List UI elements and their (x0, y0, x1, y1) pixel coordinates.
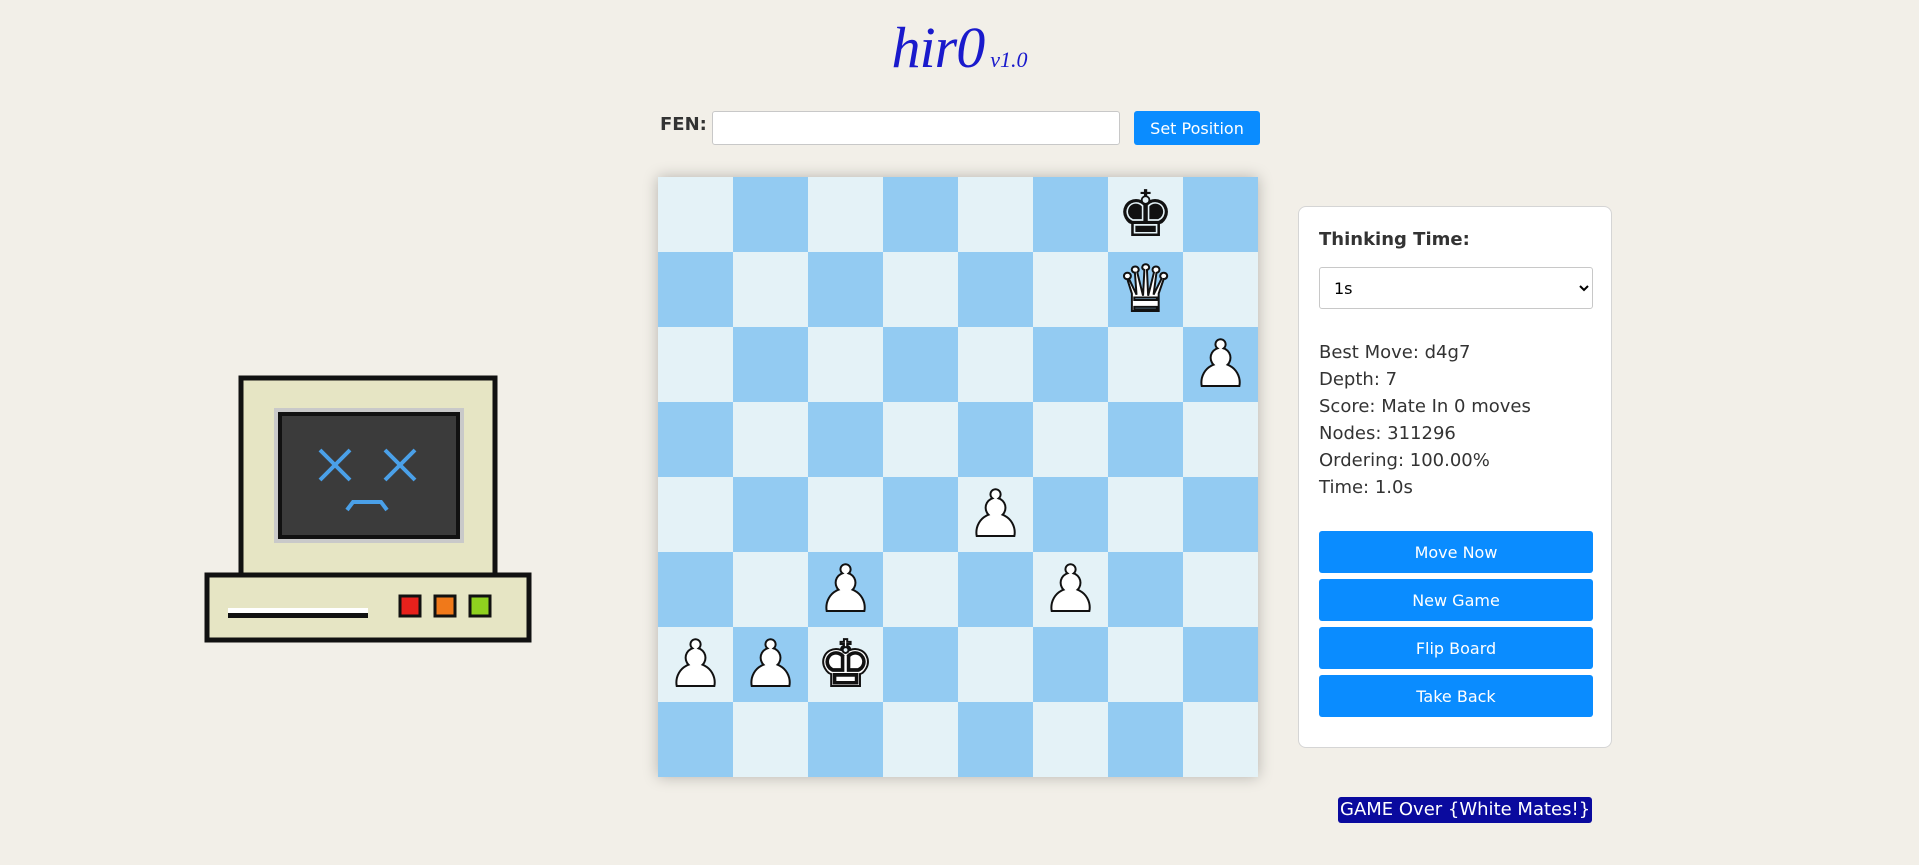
square-a5[interactable] (658, 402, 733, 477)
square-h4[interactable] (1183, 477, 1258, 552)
square-d8[interactable] (883, 177, 958, 252)
white-queen-icon[interactable]: ♛ (1116, 257, 1175, 323)
square-e1[interactable] (958, 702, 1033, 777)
square-a7[interactable] (658, 252, 733, 327)
black-king-icon[interactable]: ♚ (1117, 183, 1174, 247)
square-h2[interactable] (1183, 627, 1258, 702)
square-b2[interactable]: ♟ (733, 627, 808, 702)
square-d1[interactable] (883, 702, 958, 777)
square-f1[interactable] (1033, 702, 1108, 777)
square-c7[interactable] (808, 252, 883, 327)
square-b3[interactable] (733, 552, 808, 627)
square-f3[interactable]: ♟ (1033, 552, 1108, 627)
square-d2[interactable] (883, 627, 958, 702)
square-a6[interactable] (658, 327, 733, 402)
square-f4[interactable] (1033, 477, 1108, 552)
square-h7[interactable] (1183, 252, 1258, 327)
square-e4[interactable]: ♟ (958, 477, 1033, 552)
white-pawn-icon[interactable]: ♟ (966, 482, 1025, 548)
square-c8[interactable] (808, 177, 883, 252)
chess-board[interactable]: ♚ ♛ ♟ ♟ ♟ ♟ ♟ ♟ ♚ (658, 177, 1258, 777)
square-f5[interactable] (1033, 402, 1108, 477)
square-h5[interactable] (1183, 402, 1258, 477)
square-c6[interactable] (808, 327, 883, 402)
thinking-time-select[interactable]: 1s (1319, 267, 1593, 309)
take-back-button[interactable]: Take Back (1319, 675, 1593, 717)
square-e7[interactable] (958, 252, 1033, 327)
engine-stats: Best Move: d4g7 Depth: 7 Score: Mate In … (1319, 339, 1531, 501)
white-king-icon[interactable]: ♚ (816, 632, 875, 698)
square-f6[interactable] (1033, 327, 1108, 402)
square-g4[interactable] (1108, 477, 1183, 552)
square-e8[interactable] (958, 177, 1033, 252)
square-a3[interactable] (658, 552, 733, 627)
square-h8[interactable] (1183, 177, 1258, 252)
square-e3[interactable] (958, 552, 1033, 627)
square-f7[interactable] (1033, 252, 1108, 327)
square-b1[interactable] (733, 702, 808, 777)
square-c4[interactable] (808, 477, 883, 552)
white-pawn-icon[interactable]: ♟ (1191, 332, 1250, 398)
square-f8[interactable] (1033, 177, 1108, 252)
square-a8[interactable] (658, 177, 733, 252)
white-pawn-icon[interactable]: ♟ (666, 632, 725, 698)
square-d3[interactable] (883, 552, 958, 627)
depth-stat: Depth: 7 (1319, 369, 1398, 390)
thinking-time-label: Thinking Time: (1319, 229, 1470, 250)
fen-label: FEN: (660, 114, 707, 135)
square-h1[interactable] (1183, 702, 1258, 777)
app-version: v1.0 (990, 47, 1028, 72)
sad-computer-icon (204, 375, 532, 643)
square-b5[interactable] (733, 402, 808, 477)
nodes-stat: Nodes: 311296 (1319, 423, 1456, 444)
square-a2[interactable]: ♟ (658, 627, 733, 702)
score-stat: Score: Mate In 0 moves (1319, 396, 1531, 417)
square-c2[interactable]: ♚ (808, 627, 883, 702)
square-a1[interactable] (658, 702, 733, 777)
square-a4[interactable] (658, 477, 733, 552)
square-h6[interactable]: ♟ (1183, 327, 1258, 402)
ordering-stat: Ordering: 100.00% (1319, 450, 1490, 471)
engine-panel: Thinking Time: 1s Best Move: d4g7 Depth:… (1298, 206, 1612, 748)
new-game-button[interactable]: New Game (1319, 579, 1593, 621)
square-g1[interactable] (1108, 702, 1183, 777)
square-c5[interactable] (808, 402, 883, 477)
square-b4[interactable] (733, 477, 808, 552)
move-now-button[interactable]: Move Now (1319, 531, 1593, 573)
square-f2[interactable] (1033, 627, 1108, 702)
square-c1[interactable] (808, 702, 883, 777)
fen-input[interactable] (712, 111, 1120, 145)
flip-board-button[interactable]: Flip Board (1319, 627, 1593, 669)
white-pawn-icon[interactable]: ♟ (816, 557, 875, 623)
square-g6[interactable] (1108, 327, 1183, 402)
best-move-stat: Best Move: d4g7 (1319, 342, 1471, 363)
square-c3[interactable]: ♟ (808, 552, 883, 627)
square-e5[interactable] (958, 402, 1033, 477)
square-d7[interactable] (883, 252, 958, 327)
square-g2[interactable] (1108, 627, 1183, 702)
square-b8[interactable] (733, 177, 808, 252)
square-e6[interactable] (958, 327, 1033, 402)
square-b7[interactable] (733, 252, 808, 327)
app-title: hir0 v1.0 (0, 14, 1919, 81)
square-d4[interactable] (883, 477, 958, 552)
square-g8[interactable]: ♚ (1108, 177, 1183, 252)
square-d5[interactable] (883, 402, 958, 477)
white-pawn-icon[interactable]: ♟ (741, 632, 800, 698)
set-position-button[interactable]: Set Position (1134, 111, 1260, 145)
time-stat: Time: 1.0s (1319, 477, 1413, 498)
app-name: hir0 (891, 15, 986, 80)
square-g7[interactable]: ♛ (1108, 252, 1183, 327)
square-d6[interactable] (883, 327, 958, 402)
white-pawn-icon[interactable]: ♟ (1041, 557, 1100, 623)
square-b6[interactable] (733, 327, 808, 402)
square-g5[interactable] (1108, 402, 1183, 477)
square-h3[interactable] (1183, 552, 1258, 627)
game-status-banner: GAME Over {White Mates!} (1338, 797, 1593, 823)
square-e2[interactable] (958, 627, 1033, 702)
square-g3[interactable] (1108, 552, 1183, 627)
